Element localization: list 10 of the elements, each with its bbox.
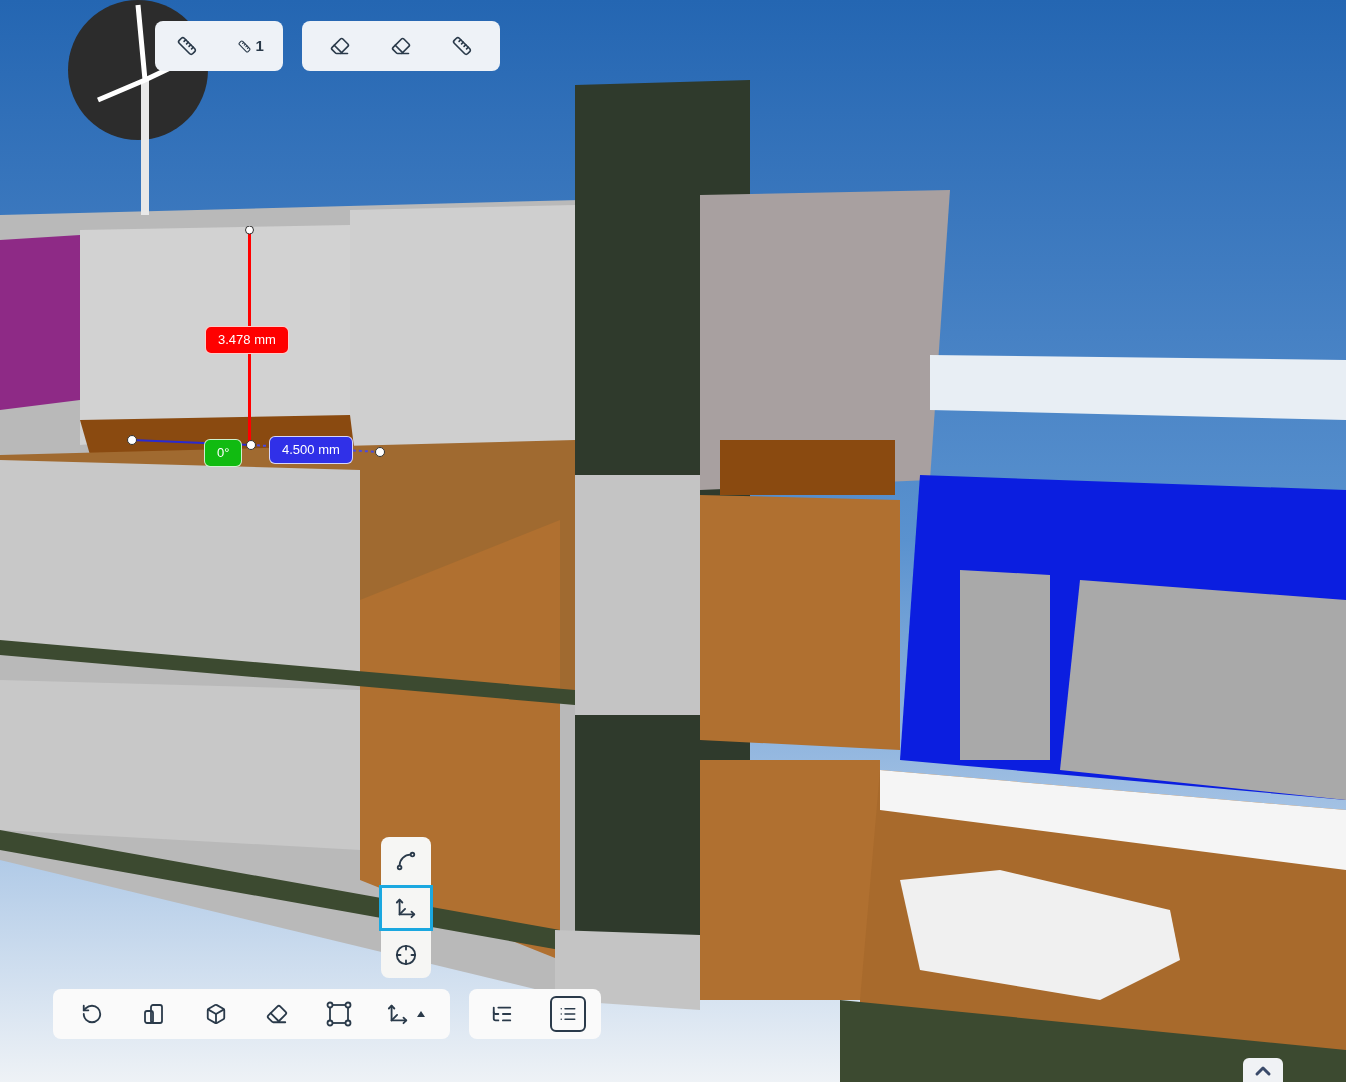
measurement-label: 0° — [204, 439, 243, 467]
expand-button[interactable] — [1243, 1058, 1283, 1082]
axes-icon[interactable] — [379, 884, 433, 931]
measure-count-button[interactable]: 1 — [234, 29, 268, 63]
measurement-label: 3.478 mm — [205, 326, 289, 354]
axes-icon — [387, 1003, 410, 1025]
measurement-label: 4.500 mm — [269, 436, 353, 464]
ruler-icon — [238, 39, 252, 53]
caret-icon — [417, 1011, 426, 1017]
list-icon[interactable] — [550, 996, 586, 1032]
